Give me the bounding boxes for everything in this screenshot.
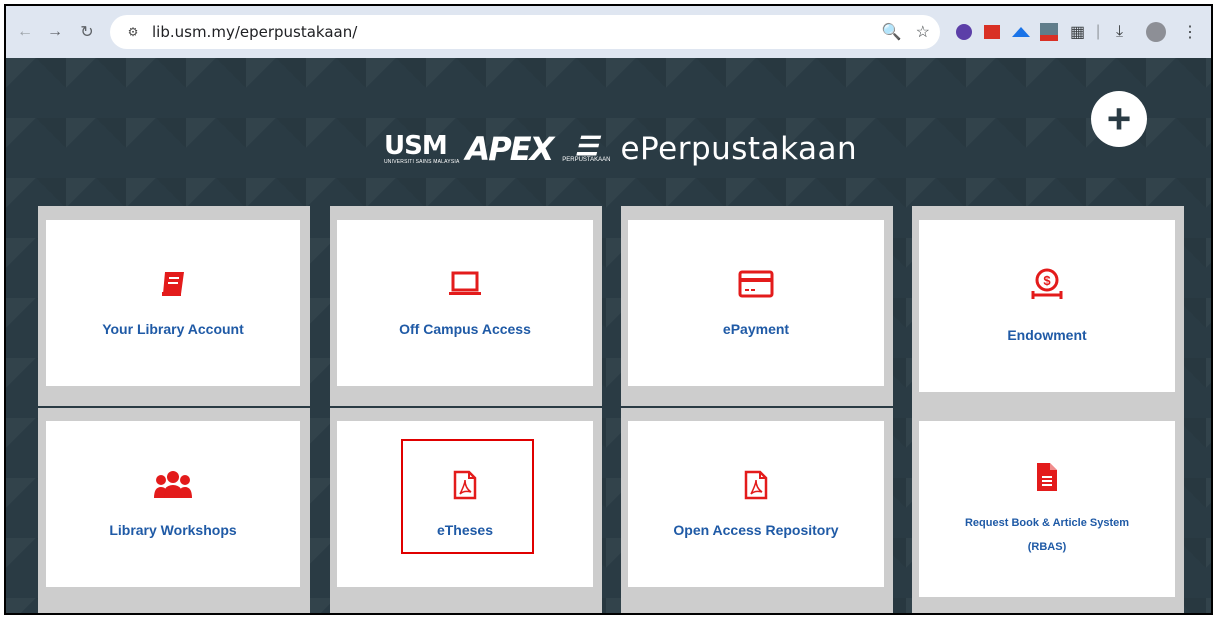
reload-icon[interactable]: ↻ bbox=[74, 19, 100, 45]
usm-logo-text: USM bbox=[384, 131, 448, 161]
download-icon[interactable]: ⤓ bbox=[1116, 6, 1123, 58]
address-bar[interactable]: ⚙ lib.usm.my/eperpustakaan/ 🔍 ☆ bbox=[110, 15, 940, 49]
extension-red-icon[interactable] bbox=[984, 6, 1000, 58]
extension-new-icon[interactable] bbox=[1040, 6, 1058, 58]
extensions-puzzle-icon[interactable]: ▦ bbox=[1070, 6, 1085, 58]
pdf-icon bbox=[743, 467, 769, 503]
tile-epayment[interactable]: ePayment bbox=[628, 220, 884, 386]
tile-your-library-account[interactable]: Your Library Account bbox=[46, 220, 300, 386]
tile-label: Library Workshops bbox=[109, 522, 237, 538]
page-content: USM UNIVERSITI SAINS MALAYSIA APEX ☰ PER… bbox=[6, 58, 1211, 613]
browser-toolbar: ← → ↻ ⚙ lib.usm.my/eperpustakaan/ 🔍 ☆ ▦ … bbox=[6, 6, 1211, 58]
extension-circle-icon[interactable] bbox=[956, 6, 972, 58]
tile-library-workshops[interactable]: Library Workshops bbox=[46, 421, 300, 587]
url-text[interactable]: lib.usm.my/eperpustakaan/ bbox=[152, 23, 357, 41]
tile-off-campus-access[interactable]: Off Campus Access bbox=[337, 220, 593, 386]
add-button[interactable]: + bbox=[1091, 91, 1147, 147]
usm-logo-subtext: UNIVERSITI SAINS MALAYSIA bbox=[384, 159, 460, 165]
page-title: ePerpustakaan bbox=[620, 131, 858, 167]
tile-label: Endowment bbox=[1007, 327, 1087, 343]
profile-avatar[interactable] bbox=[1146, 6, 1166, 58]
file-text-icon bbox=[1035, 459, 1059, 495]
perpustakaan-logo: ☰ PERPUSTAKAAN bbox=[562, 131, 611, 163]
usm-logo: USM UNIVERSITI SAINS MALAYSIA bbox=[384, 133, 459, 165]
browser-window: ← → ↻ ⚙ lib.usm.my/eperpustakaan/ 🔍 ☆ ▦ … bbox=[4, 4, 1213, 615]
tile-label: Request Book & Article System (RBAS) bbox=[965, 511, 1129, 559]
tile-label-line1: Request Book & Article System bbox=[964, 517, 1130, 529]
tile-label-line2: (RBAS) bbox=[1027, 541, 1067, 553]
tile-endowment[interactable]: $ Endowment bbox=[919, 220, 1175, 392]
site-settings-icon[interactable]: ⚙ bbox=[124, 23, 142, 41]
tile-open-access-repository[interactable]: Open Access Repository bbox=[628, 421, 884, 587]
forward-icon[interactable]: → bbox=[42, 19, 68, 45]
toolbar-divider: | bbox=[1096, 23, 1101, 40]
extension-cap-icon[interactable] bbox=[1012, 6, 1030, 58]
users-icon bbox=[154, 467, 192, 503]
back-icon[interactable]: ← bbox=[12, 19, 38, 45]
browser-menu-icon[interactable]: ⋮ bbox=[1182, 6, 1198, 58]
tile-rbas[interactable]: Request Book & Article System (RBAS) bbox=[919, 421, 1175, 597]
header-logos: USM UNIVERSITI SAINS MALAYSIA APEX ☰ PER… bbox=[384, 124, 857, 174]
bookmark-star-icon[interactable]: ☆ bbox=[916, 22, 930, 42]
book-icon bbox=[160, 266, 186, 302]
credit-card-icon bbox=[738, 266, 774, 302]
laptop-icon bbox=[448, 266, 482, 302]
perpustakaan-logo-text: PERPUSTAKAAN bbox=[562, 157, 611, 163]
tile-label: ePayment bbox=[722, 321, 790, 337]
tile-label: Off Campus Access bbox=[399, 321, 531, 337]
money-hand-icon: $ bbox=[1030, 266, 1064, 302]
apex-logo: APEX bbox=[465, 130, 554, 168]
tile-label: Your Library Account bbox=[102, 321, 244, 337]
etheses-highlight-box bbox=[401, 439, 534, 554]
perpustakaan-mark-icon: ☰ bbox=[574, 131, 598, 161]
svg-text:$: $ bbox=[1043, 273, 1051, 288]
tile-label: Open Access Repository bbox=[673, 522, 839, 538]
zoom-icon[interactable]: 🔍 bbox=[882, 22, 902, 42]
